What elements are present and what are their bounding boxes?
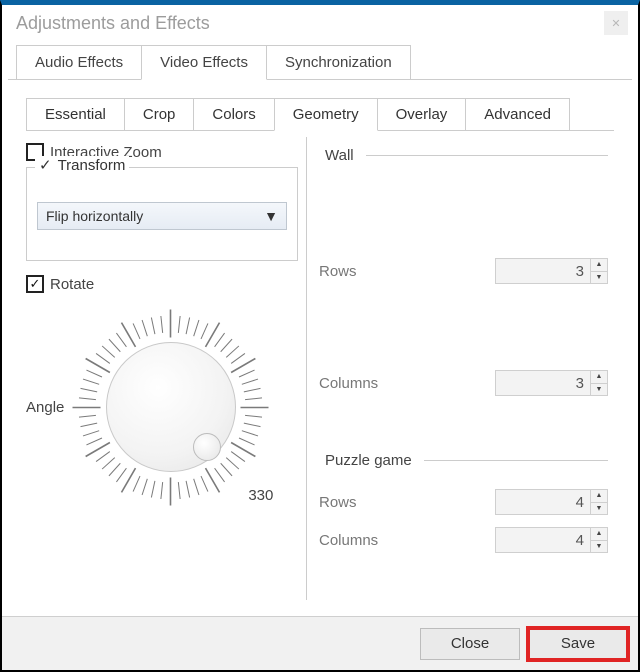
puzzle-rows-label: Rows (319, 494, 357, 511)
close-button[interactable]: Close (420, 628, 520, 660)
rotate-value: 330 (248, 487, 273, 504)
puzzle-label: Puzzle game (325, 452, 412, 469)
geometry-right-column: Wall Rows 3 ▲▼ Columns 3 ▲▼ (306, 137, 614, 600)
rotate-dial-wrap: 330 (68, 305, 273, 510)
wall-columns-value: 3 (495, 370, 590, 396)
wall-rows-value: 3 (495, 258, 590, 284)
geometry-left-column: Interactive Zoom ✓ Transform Flip horizo… (26, 131, 306, 600)
tab-advanced[interactable]: Advanced (465, 98, 570, 130)
transform-label: Transform (58, 157, 126, 174)
geometry-pane: Interactive Zoom ✓ Transform Flip horizo… (26, 130, 614, 600)
wall-rows-stepper[interactable]: ▲▼ (590, 258, 608, 284)
puzzle-rows-value: 4 (495, 489, 590, 515)
puzzle-columns-row: Columns 4 ▲▼ (319, 527, 608, 553)
tab-essential[interactable]: Essential (26, 98, 125, 130)
window-close-button[interactable]: ✕ (604, 11, 628, 35)
wall-rows-spinner[interactable]: 3 ▲▼ (495, 258, 608, 284)
puzzle-columns-spinner[interactable]: 4 ▲▼ (495, 527, 608, 553)
rotate-dial[interactable] (106, 342, 236, 472)
wall-columns-stepper[interactable]: ▲▼ (590, 370, 608, 396)
titlebar: Adjustments and Effects ✕ (2, 5, 638, 45)
window-title: Adjustments and Effects (16, 13, 210, 34)
sub-tabs: Essential Crop Colors Geometry Overlay A… (26, 98, 614, 130)
puzzle-rows-row: Rows 4 ▲▼ (319, 489, 608, 515)
chevron-down-icon: ▼ (264, 208, 278, 224)
angle-label: Angle (26, 399, 64, 416)
tab-colors[interactable]: Colors (193, 98, 274, 130)
puzzle-rows-stepper[interactable]: ▲▼ (590, 489, 608, 515)
puzzle-rows-spinner[interactable]: 4 ▲▼ (495, 489, 608, 515)
dialog-footer: Close Save (2, 616, 638, 670)
rotate-label: Rotate (50, 276, 94, 293)
main-tabs: Audio Effects Video Effects Synchronizat… (16, 45, 638, 79)
rotate-row: ✓ Rotate (26, 275, 298, 293)
transform-selected: Flip horizontally (46, 208, 143, 224)
transform-checkbox[interactable]: ✓ (39, 156, 52, 174)
wall-columns-label: Columns (319, 375, 378, 392)
rotate-control: Angle 330 (26, 297, 298, 517)
wall-rows-label: Rows (319, 263, 357, 280)
save-button[interactable]: Save (528, 628, 628, 660)
tab-video-effects[interactable]: Video Effects (141, 45, 267, 80)
puzzle-columns-label: Columns (319, 532, 378, 549)
tab-crop[interactable]: Crop (124, 98, 195, 130)
tab-audio-effects[interactable]: Audio Effects (16, 45, 142, 79)
puzzle-group: Puzzle game Rows 4 ▲▼ Columns 4 ▲▼ (319, 452, 608, 553)
tab-synchronization[interactable]: Synchronization (266, 45, 411, 79)
wall-columns-row: Columns 3 ▲▼ (319, 370, 608, 396)
wall-columns-spinner[interactable]: 3 ▲▼ (495, 370, 608, 396)
wall-rows-row: Rows 3 ▲▼ (319, 258, 608, 284)
puzzle-divider (424, 460, 608, 461)
transform-combo[interactable]: Flip horizontally ▼ (37, 202, 287, 230)
rotate-checkbox[interactable]: ✓ (26, 275, 44, 293)
tab-geometry[interactable]: Geometry (274, 98, 378, 131)
wall-label: Wall (325, 147, 354, 164)
wall-divider (366, 155, 608, 156)
tab-overlay[interactable]: Overlay (377, 98, 467, 130)
wall-group: Wall Rows 3 ▲▼ Columns 3 ▲▼ (319, 147, 608, 396)
video-effects-pane: Essential Crop Colors Geometry Overlay A… (8, 79, 632, 619)
puzzle-columns-value: 4 (495, 527, 590, 553)
transform-group: ✓ Transform Flip horizontally ▼ (26, 167, 298, 261)
rotate-dial-knob[interactable] (193, 433, 221, 461)
puzzle-columns-stepper[interactable]: ▲▼ (590, 527, 608, 553)
